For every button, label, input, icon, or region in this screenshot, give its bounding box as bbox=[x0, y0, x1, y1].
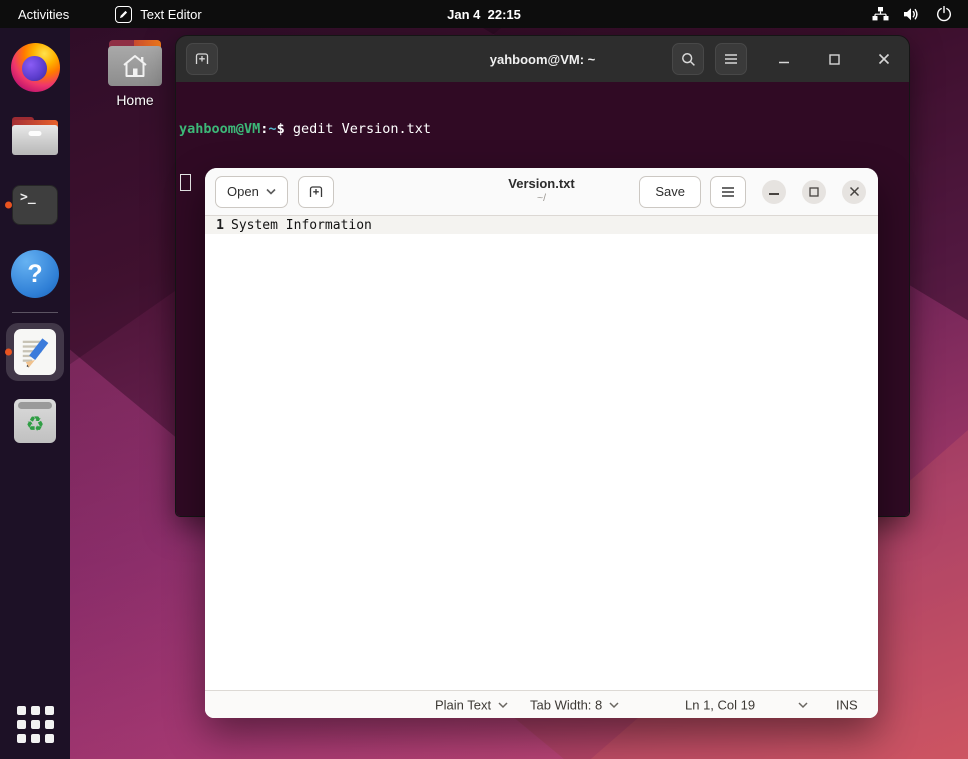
open-button[interactable]: Open bbox=[215, 175, 288, 208]
help-icon: ? bbox=[11, 250, 59, 298]
power-icon bbox=[937, 6, 951, 22]
insert-mode-indicator[interactable]: INS bbox=[836, 697, 858, 712]
terminal-titlebar[interactable]: yahboom@VM: ~ bbox=[176, 36, 909, 82]
line-number: 1 bbox=[216, 217, 224, 233]
dock-separator bbox=[12, 312, 58, 313]
desktop-screen: Activities Text Editor Jan 4 22:15 >_ ? … bbox=[0, 0, 968, 759]
home-shortcut-label: Home bbox=[116, 92, 154, 108]
dock-item-text-editor[interactable] bbox=[0, 323, 70, 381]
home-folder-icon bbox=[108, 40, 162, 86]
volume-icon bbox=[904, 7, 918, 20]
text-editor-area[interactable]: 1 System Information bbox=[205, 216, 878, 690]
terminal-command: gedit Version.txt bbox=[292, 121, 431, 137]
terminal-icon: >_ bbox=[12, 185, 58, 225]
terminal-maximize-button[interactable] bbox=[821, 53, 847, 65]
system-status-area[interactable] bbox=[872, 6, 952, 22]
editor-line-1: 1 System Information bbox=[205, 216, 878, 234]
tab-width-selector[interactable]: Tab Width: 8 bbox=[530, 697, 619, 712]
gedit-headerbar[interactable]: Open Version.txt ~/ Save bbox=[205, 168, 878, 216]
maximize-icon bbox=[809, 186, 819, 197]
terminal-controls bbox=[672, 43, 897, 75]
terminal-menu-button[interactable] bbox=[715, 43, 747, 75]
terminal-close-button[interactable] bbox=[871, 53, 897, 65]
focused-app-label: Text Editor bbox=[140, 6, 202, 22]
chevron-down-icon bbox=[798, 701, 808, 708]
dock-item-firefox[interactable] bbox=[0, 42, 70, 92]
active-app-highlight bbox=[6, 323, 64, 381]
language-selector[interactable]: Plain Text bbox=[435, 697, 508, 712]
close-icon bbox=[849, 186, 859, 197]
running-indicator bbox=[5, 348, 12, 356]
goto-line-dropdown[interactable] bbox=[798, 701, 808, 708]
gedit-minimize-button[interactable] bbox=[762, 179, 786, 204]
minimize-icon bbox=[769, 193, 779, 195]
gedit-header-actions: Save bbox=[639, 175, 866, 208]
hamburger-icon bbox=[722, 186, 734, 197]
trash-icon: ♻ bbox=[14, 399, 56, 443]
text-editor-icon bbox=[14, 329, 56, 375]
running-indicator bbox=[5, 201, 12, 209]
show-applications-button[interactable] bbox=[16, 706, 54, 743]
new-document-icon bbox=[309, 185, 322, 197]
prompt-path: ~ bbox=[268, 121, 277, 137]
focused-app-menu[interactable]: Text Editor bbox=[115, 5, 202, 23]
save-button[interactable]: Save bbox=[639, 175, 701, 208]
terminal-search-button[interactable] bbox=[672, 43, 704, 75]
dock-item-terminal[interactable]: >_ bbox=[0, 180, 70, 230]
gedit-statusbar: Plain Text Tab Width: 8 Ln 1, Col 19 INS bbox=[205, 690, 878, 718]
activities-button[interactable]: Activities bbox=[14, 5, 73, 24]
line-1-text: System Information bbox=[231, 217, 372, 233]
terminal-minimize-button[interactable] bbox=[771, 53, 797, 65]
terminal-cursor bbox=[180, 174, 191, 191]
home-folder-shortcut[interactable]: Home bbox=[103, 40, 167, 108]
chevron-down-icon bbox=[498, 701, 508, 708]
dock: >_ ? ♻ bbox=[0, 28, 70, 759]
top-bar: Activities Text Editor Jan 4 22:15 bbox=[0, 0, 968, 28]
prompt-user-host: yahboom@VM bbox=[179, 121, 261, 137]
new-document-button[interactable] bbox=[297, 175, 334, 208]
terminal-new-tab-button[interactable] bbox=[186, 43, 218, 75]
gedit-maximize-button[interactable] bbox=[802, 179, 826, 204]
cursor-position-indicator[interactable]: Ln 1, Col 19 bbox=[685, 697, 755, 712]
terminal-prompt-line: yahboom@VM:~$ gedit Version.txt bbox=[179, 121, 431, 137]
chevron-down-icon bbox=[609, 701, 619, 708]
gedit-window: Open Version.txt ~/ Save 1 System Inform… bbox=[205, 168, 878, 718]
text-editor-icon bbox=[115, 5, 133, 23]
firefox-icon bbox=[10, 42, 60, 92]
gedit-close-button[interactable] bbox=[842, 179, 866, 204]
gedit-menu-button[interactable] bbox=[710, 175, 746, 208]
chevron-down-icon bbox=[266, 188, 276, 195]
files-icon bbox=[12, 117, 58, 155]
dock-item-trash[interactable]: ♻ bbox=[0, 396, 70, 446]
clock-menu[interactable]: Jan 4 22:15 bbox=[447, 7, 521, 22]
network-wired-icon bbox=[872, 6, 889, 20]
dock-item-help[interactable]: ? bbox=[0, 249, 70, 299]
dock-item-files[interactable] bbox=[0, 111, 70, 161]
